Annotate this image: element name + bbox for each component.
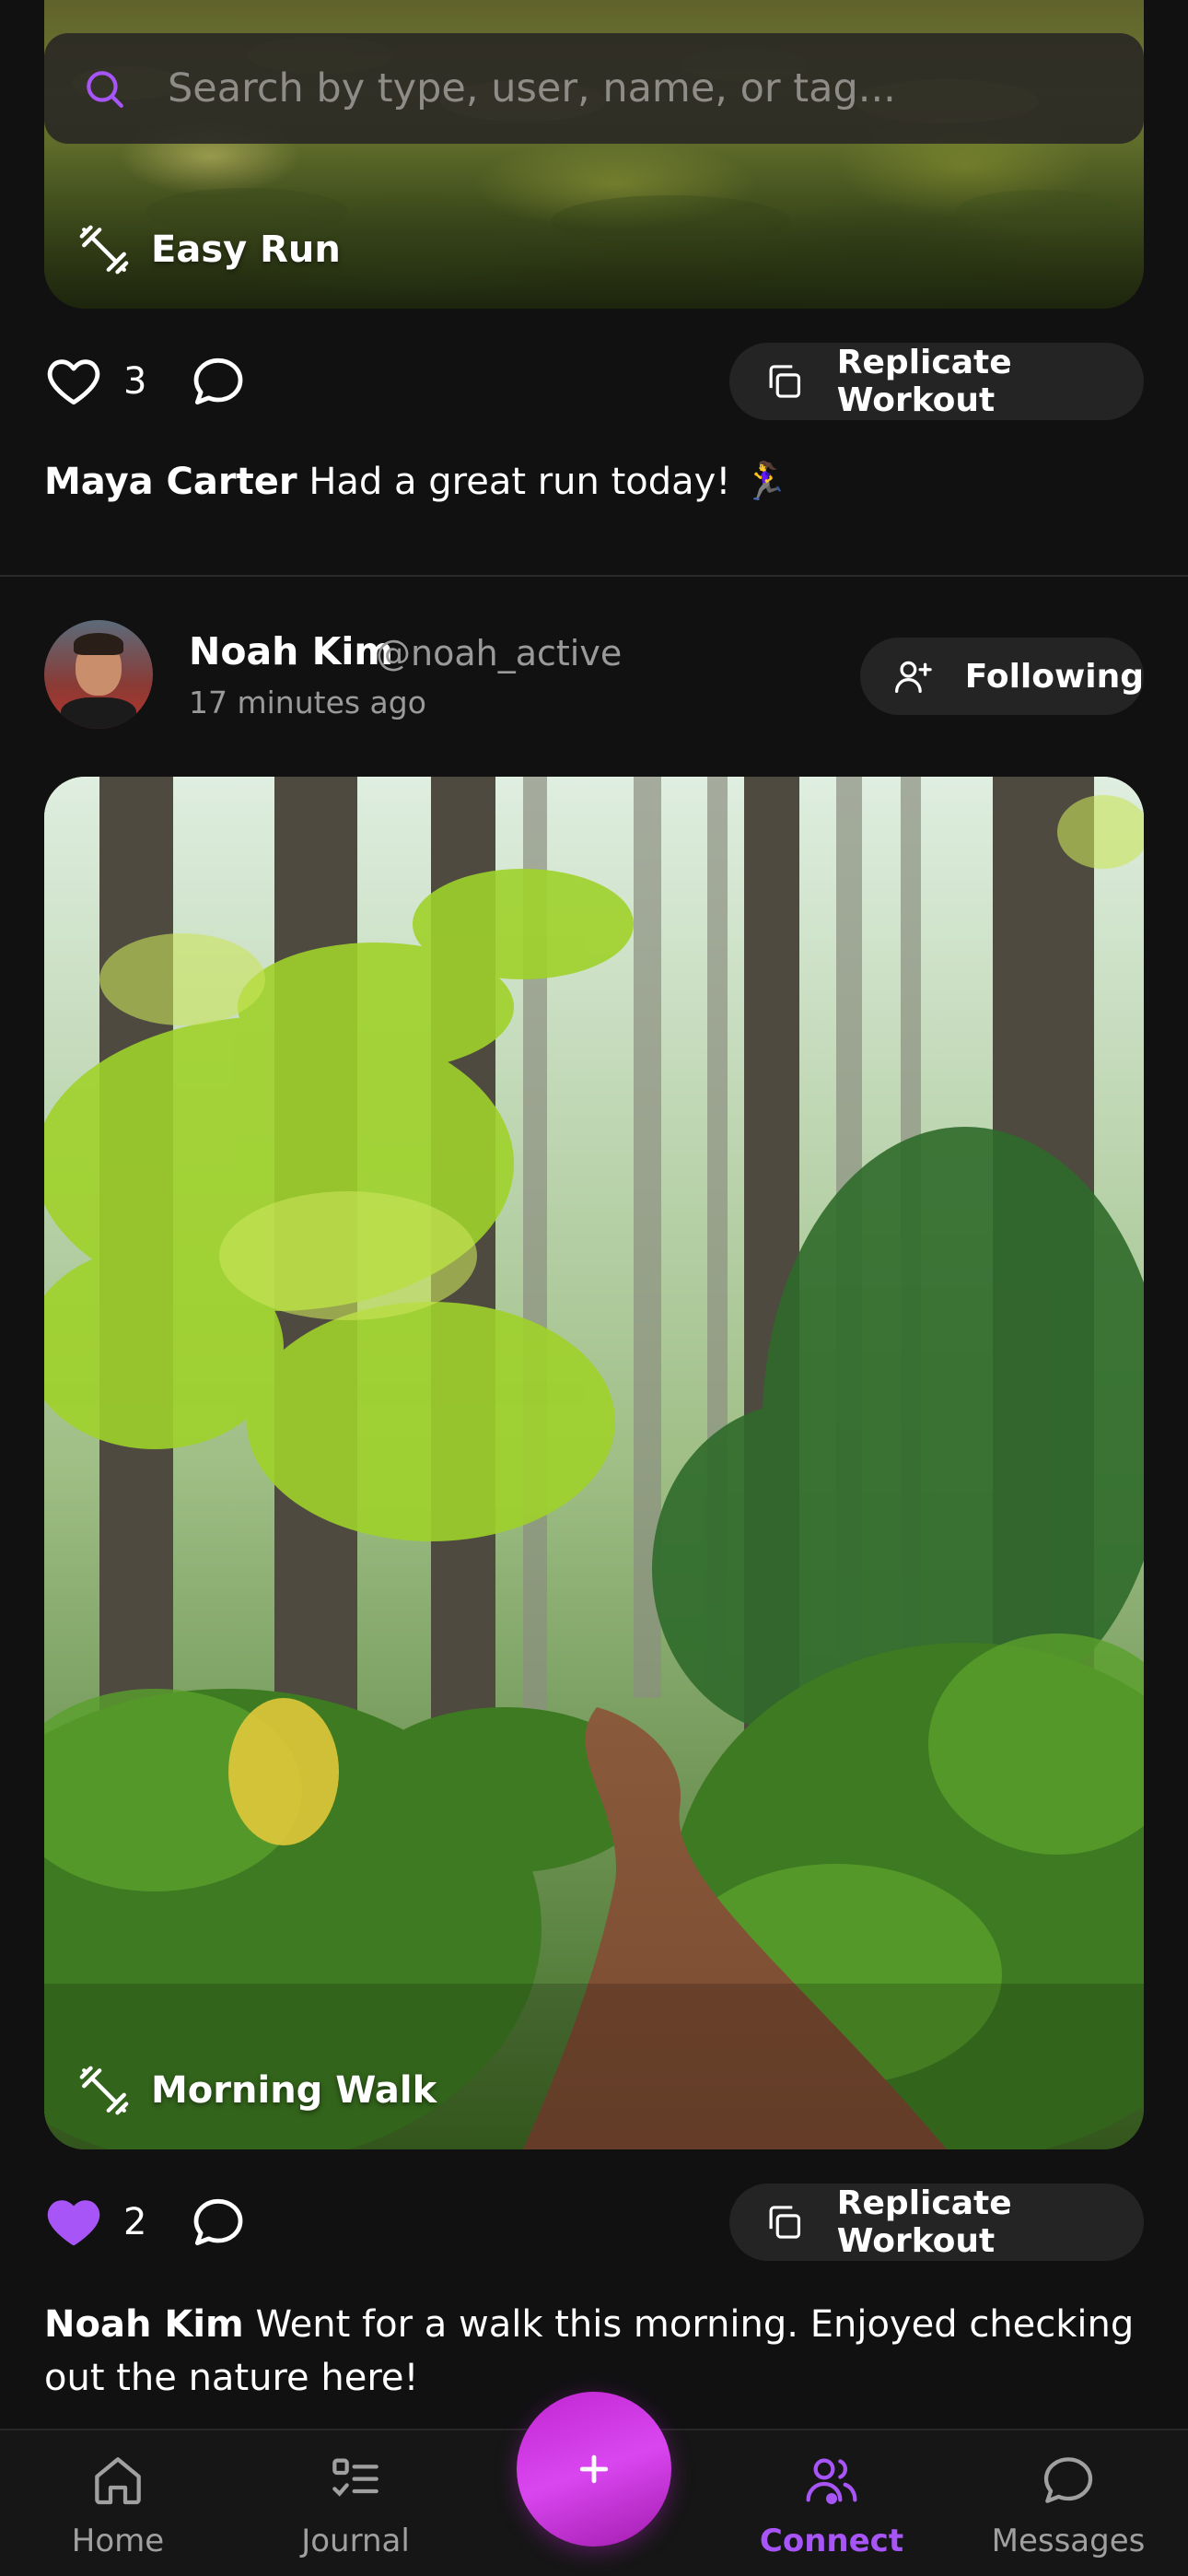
- nav-label: Connect: [759, 2523, 904, 2559]
- replicate-workout-button[interactable]: Replicate Workout: [729, 2184, 1144, 2261]
- post-timestamp: 17 minutes ago: [189, 685, 426, 720]
- heart-icon[interactable]: [44, 352, 103, 411]
- workout-tag: Morning Walk: [77, 2064, 437, 2117]
- nav-item-home[interactable]: Home: [26, 2451, 210, 2559]
- dumbbell-icon: [79, 225, 129, 275]
- create-post-button[interactable]: [517, 2392, 671, 2547]
- dumbbell-icon: [79, 2066, 129, 2115]
- post-header: Noah Kim @noah_active 17 minutes ago Fol…: [44, 620, 1144, 731]
- comment-icon[interactable]: [189, 352, 248, 411]
- caption-author[interactable]: Noah Kim: [44, 2303, 244, 2346]
- post-actions: 3 Replicate Workout: [44, 343, 1144, 420]
- search-icon: [87, 71, 123, 108]
- search-bar[interactable]: Search by type, user, name, or tag...: [44, 33, 1144, 144]
- plus-icon: [579, 2454, 609, 2484]
- following-label: Following: [964, 657, 1144, 696]
- nav-item-messages[interactable]: Messages: [976, 2451, 1160, 2559]
- message-icon: [1043, 2457, 1093, 2503]
- nav-label: Home: [71, 2523, 165, 2559]
- forest-trail-photo: [44, 777, 1144, 2149]
- active-indicator-dot: [826, 2493, 837, 2504]
- connect-feed-screen: Search by type, user, name, or tag... Ea…: [0, 0, 1188, 2576]
- nav-label: Journal: [301, 2523, 410, 2559]
- home-icon: [95, 2457, 141, 2505]
- copy-icon: [769, 2206, 801, 2239]
- post-caption: Noah Kim Went for a walk this morning. E…: [44, 2298, 1144, 2405]
- workout-tag-label: Easy Run: [151, 228, 341, 271]
- caption-text: Had a great run today! 🏃‍♀️: [309, 461, 788, 503]
- like-count: 3: [123, 360, 147, 403]
- nav-label: Messages: [991, 2523, 1146, 2559]
- avatar[interactable]: [44, 620, 153, 729]
- nav-item-connect[interactable]: Connect: [740, 2451, 924, 2559]
- heart-filled-icon[interactable]: [44, 2193, 103, 2252]
- replicate-workout-button[interactable]: Replicate Workout: [729, 343, 1144, 420]
- workout-tag-label: Morning Walk: [151, 2069, 437, 2112]
- user-name[interactable]: Noah Kim: [189, 629, 393, 673]
- copy-icon: [769, 365, 801, 398]
- search-input[interactable]: Search by type, user, name, or tag...: [168, 65, 896, 111]
- workout-tag: Easy Run: [77, 223, 341, 276]
- comment-icon[interactable]: [189, 2193, 248, 2252]
- user-plus-icon: [895, 661, 932, 694]
- like-count: 2: [123, 2201, 147, 2243]
- following-button[interactable]: Following: [860, 638, 1144, 715]
- user-handle: @noah_active: [376, 633, 623, 673]
- post-caption: Maya Carter Had a great run today! 🏃‍♀️: [44, 455, 1144, 509]
- post-image[interactable]: [44, 777, 1144, 2149]
- replicate-workout-label: Replicate Workout: [836, 344, 1012, 419]
- journal-icon: [332, 2458, 379, 2497]
- nav-item-journal[interactable]: Journal: [263, 2451, 448, 2559]
- caption-author[interactable]: Maya Carter: [44, 461, 297, 503]
- post-actions: 2 Replicate Workout: [44, 2184, 1144, 2261]
- replicate-workout-label: Replicate Workout: [836, 2184, 1012, 2260]
- post-divider: [0, 575, 1188, 577]
